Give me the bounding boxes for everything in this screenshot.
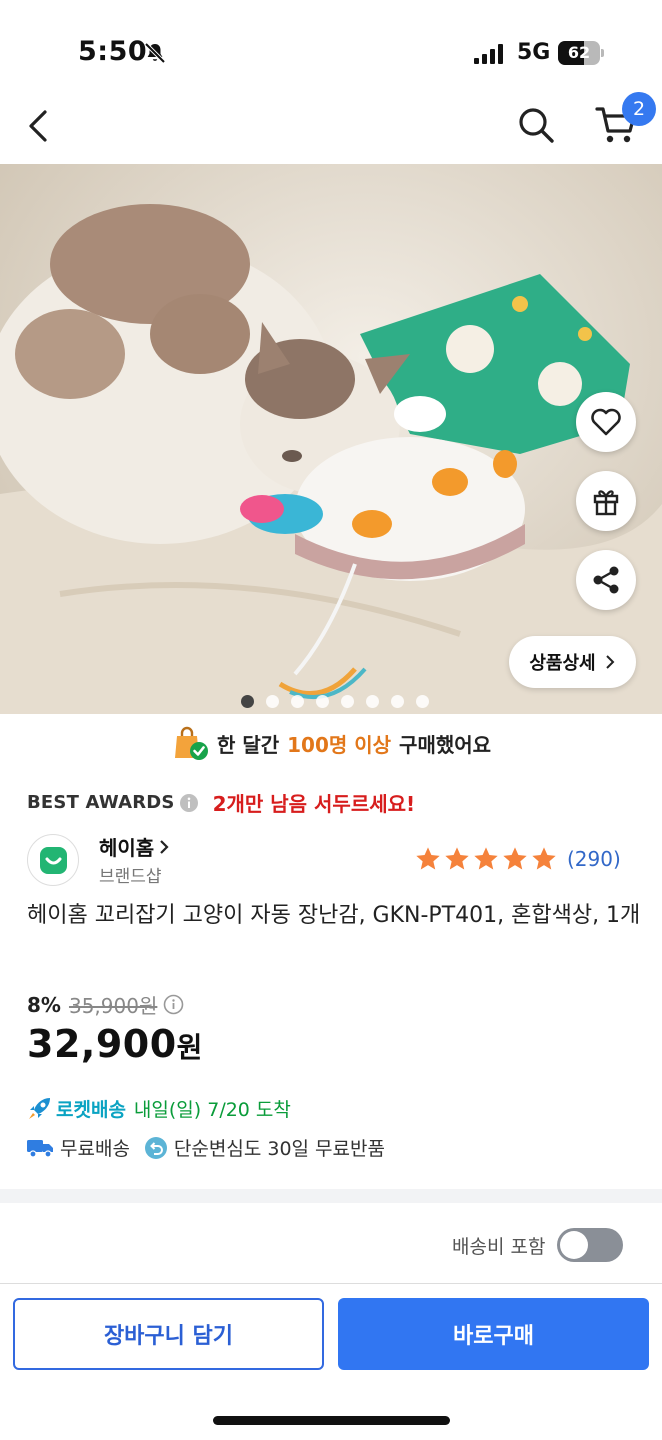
product-detail-label: 상품상세 [529,653,596,674]
star-icon [445,847,469,870]
carousel-dot[interactable] [316,695,329,708]
price-info-icon[interactable] [163,994,184,1015]
brand-name: 헤이홈 [99,836,155,860]
chevron-right-icon [605,655,615,669]
rating-row[interactable]: (290) [414,845,621,873]
brand-shop-label: 브랜드샵 [99,867,162,887]
status-time: 5:50 [78,36,148,67]
wishlist-button[interactable] [576,392,636,452]
carousel-dot[interactable] [391,695,404,708]
rocket-icon [29,1098,50,1119]
product-photo [0,164,662,714]
gift-icon [593,490,619,516]
top-nav [0,86,662,164]
status-bar: 5:50 5G 62 [0,0,662,86]
best-awards-label: BEST AWARDS [27,792,175,813]
section-divider [0,1189,662,1203]
bottom-bar-divider [0,1283,662,1284]
carousel-dot[interactable] [341,695,354,708]
carousel-dot[interactable] [266,695,279,708]
product-image-carousel[interactable]: 상품상세 [0,164,662,714]
star-icon [532,847,556,870]
info-icon[interactable] [179,793,199,813]
battery-icon: 62 [558,41,604,65]
discount-rate: 8% [27,992,61,1017]
chevron-right-icon [160,839,169,854]
share-icon [593,566,619,594]
star-icon [503,847,527,870]
discount-row: 8% 35,900원 [27,990,184,1019]
shopping-bag-check-icon [174,726,208,760]
carousel-dots [0,695,662,709]
battery-percent: 62 [567,43,591,62]
arrival-date: 내일(일) 7/20 도착 [133,1098,291,1121]
star-rating [414,845,558,873]
banner-prefix: 한 달간 [216,732,280,757]
carousel-dot[interactable] [291,695,304,708]
sale-price-value: 32,900 [27,1022,177,1066]
shipping-info-row: 무료배송 단순변심도 30일 무료반품 [26,1134,385,1161]
return-policy-label: 단순변심도 30일 무료반품 [173,1138,385,1160]
brand-logo[interactable] [27,834,79,886]
carousel-dot[interactable] [416,695,429,708]
star-icon [416,847,440,870]
home-indicator [213,1416,450,1425]
network-type: 5G [517,40,551,65]
heyhome-logo-icon [40,847,67,874]
shipping-fee-toggle-label: 배송비 포함 [452,1235,546,1258]
star-icon [474,847,498,870]
search-icon[interactable] [516,105,556,145]
return-icon [144,1136,167,1159]
product-title: 헤이홈 꼬리잡기 고양이 자동 장난감, GKN-PT401, 혼합색상, 1개 [27,903,641,928]
signal-icon [474,44,503,64]
gift-button[interactable] [576,471,636,531]
bell-off-icon [144,42,166,64]
original-price: 35,900원 [68,994,158,1018]
stock-warning: 2개만 남음 서두르세요! [212,792,416,816]
add-to-cart-button[interactable]: 장바구니 담기 [13,1298,324,1370]
price-unit: 원 [176,1031,203,1064]
buy-now-button[interactable]: 바로구매 [338,1298,649,1370]
purchase-count-banner: 한 달간 100명 이상 구매했어요 [0,722,662,764]
sale-price: 32,900원 [27,1022,203,1066]
rocket-delivery-label: 로켓배송 [56,1098,126,1121]
banner-highlight: 100명 이상 [287,732,392,757]
rocket-delivery-row: 로켓배송 내일(일) 7/20 도착 [26,1094,291,1122]
shipping-fee-toggle-row: 배송비 포함 [452,1228,624,1262]
banner-suffix: 구매했어요 [399,732,492,757]
carousel-dot[interactable] [241,695,254,708]
truck-icon [27,1139,53,1158]
awards-row: BEST AWARDS 2개만 남음 서두르세요! [27,788,415,817]
toggle-knob [560,1231,589,1259]
cart-count-badge: 2 [622,92,656,126]
shipping-fee-toggle[interactable] [557,1228,624,1262]
brand-shop-link[interactable]: 헤이홈 [99,832,170,861]
heart-icon [591,408,621,436]
back-icon[interactable] [22,106,56,146]
product-detail-button[interactable]: 상품상세 [509,636,636,688]
free-shipping-label: 무료배송 [60,1138,130,1160]
review-count[interactable]: (290) [567,847,621,871]
carousel-dot[interactable] [366,695,379,708]
share-button[interactable] [576,550,636,610]
